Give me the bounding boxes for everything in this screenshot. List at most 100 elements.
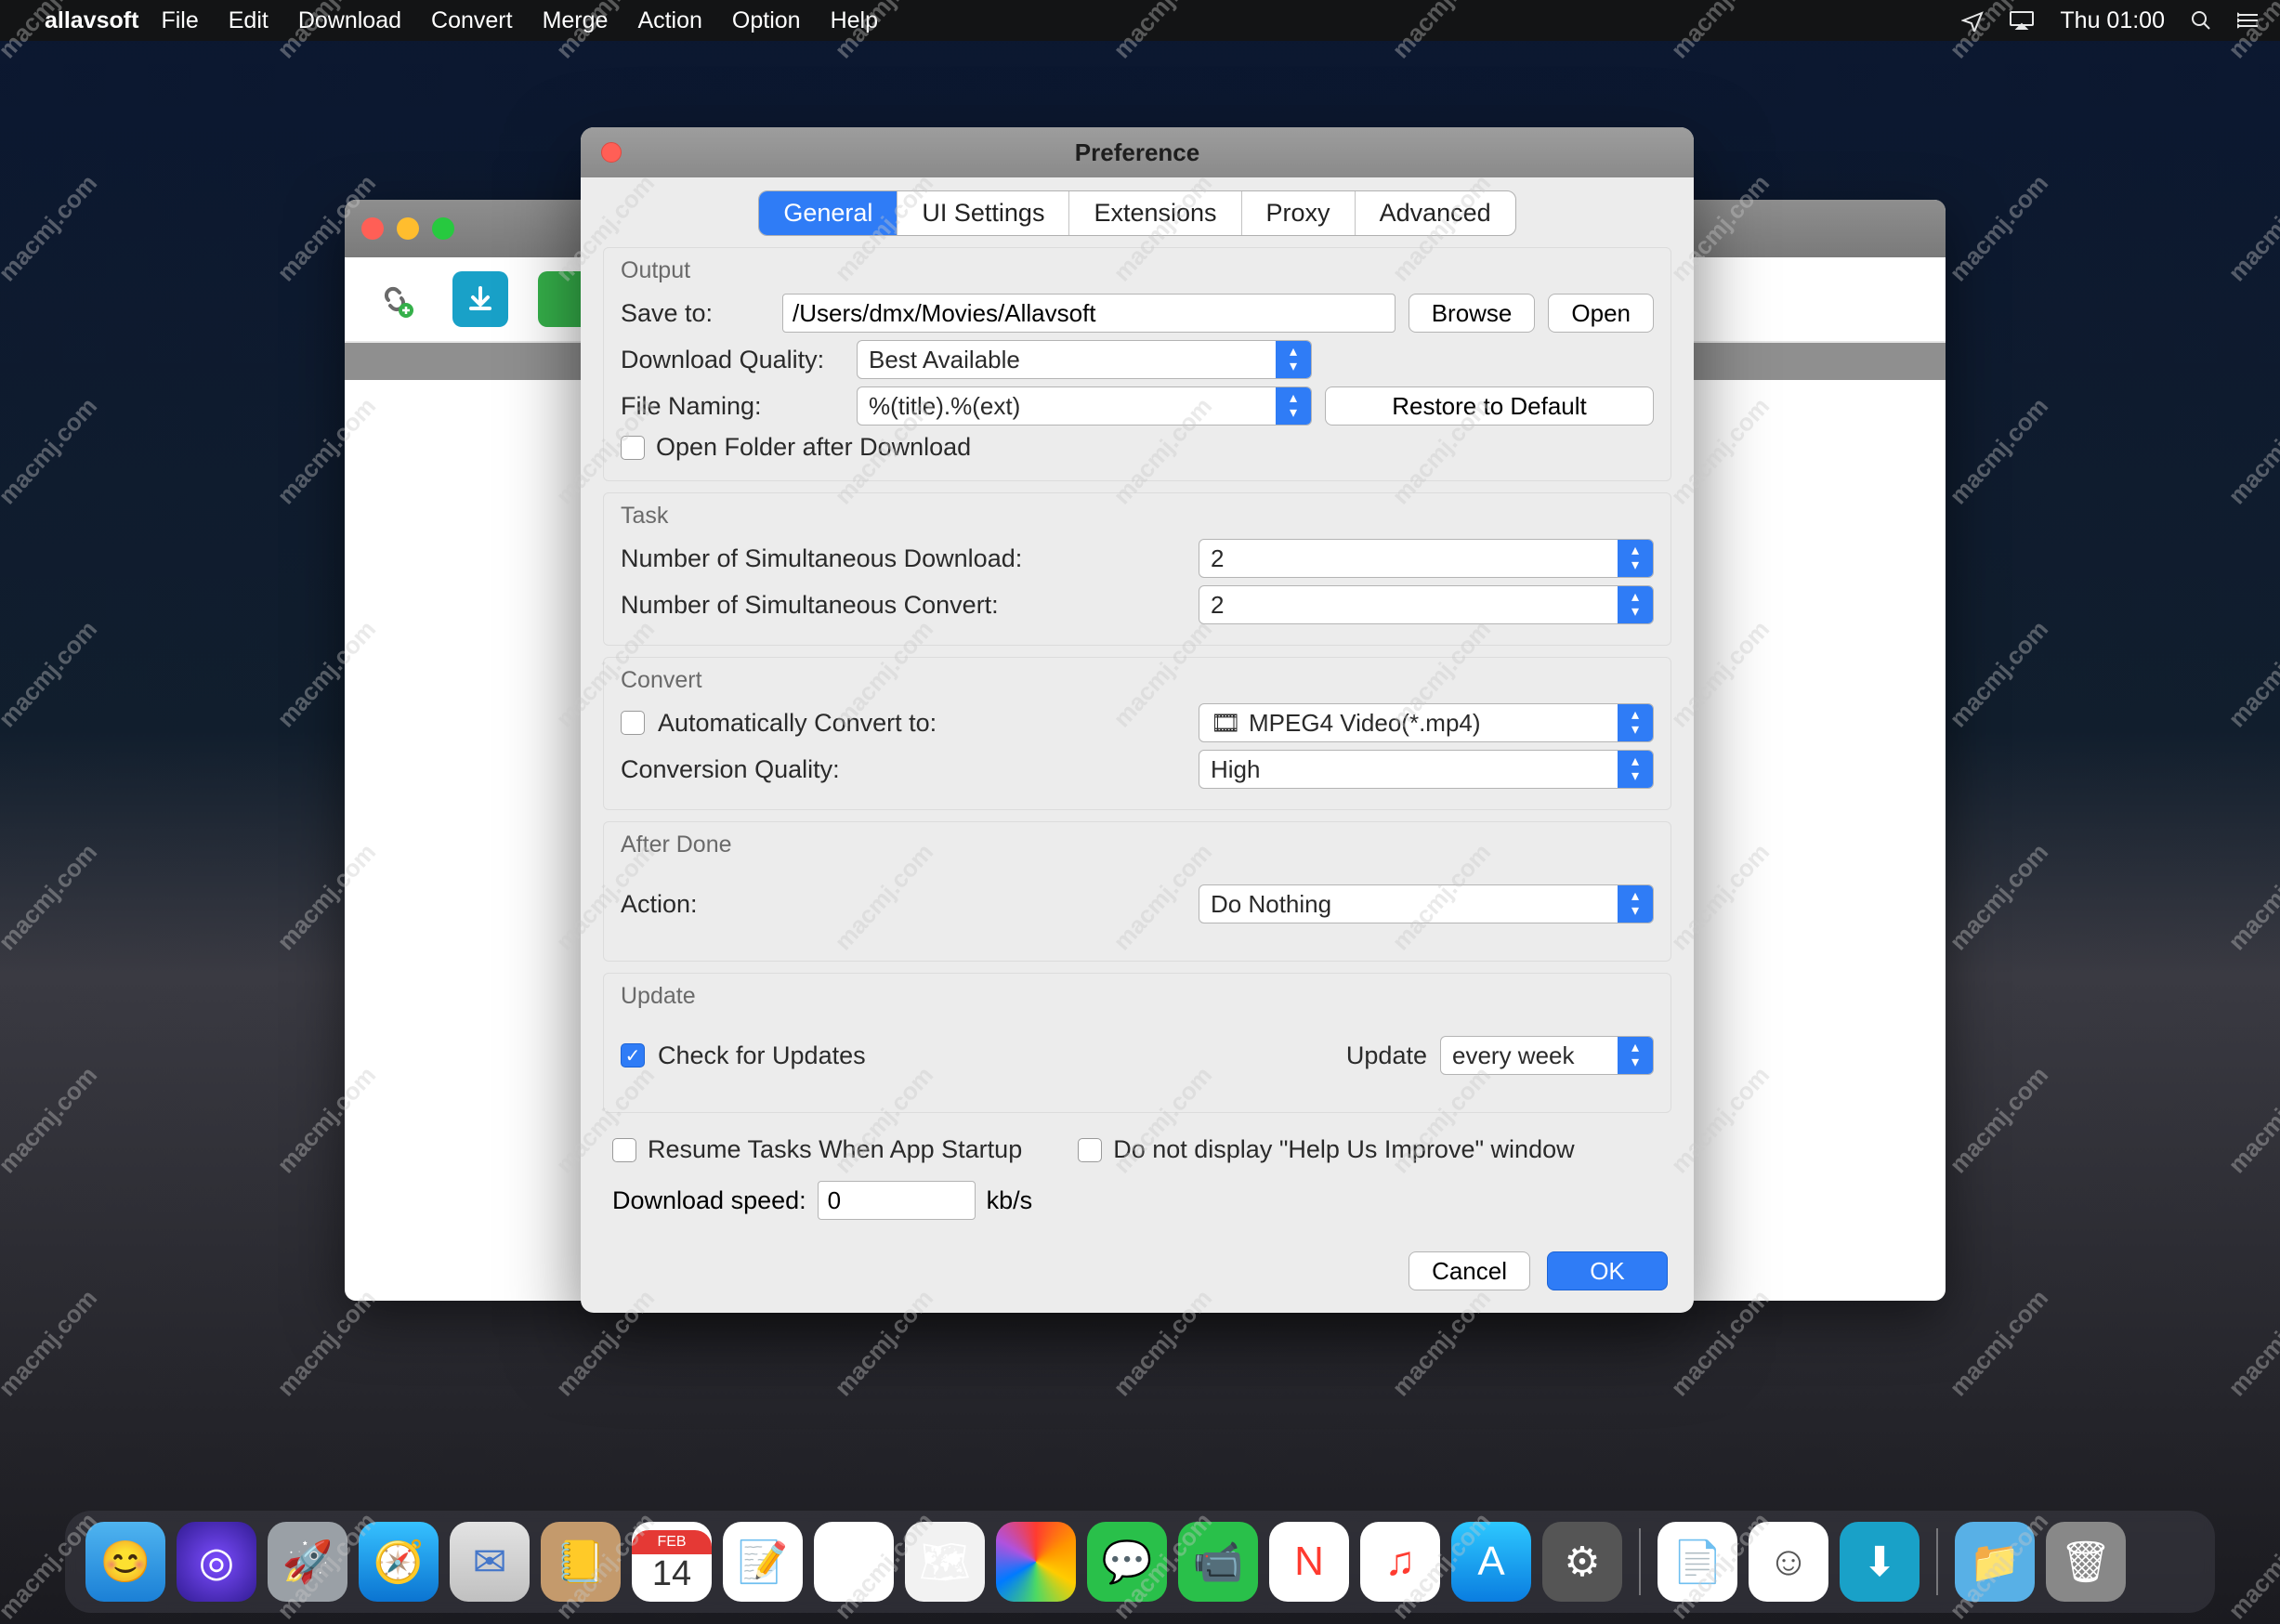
sim-download-select[interactable]: 2 ▴▾: [1199, 539, 1654, 578]
tab-bar: General UI Settings Extensions Proxy Adv…: [581, 177, 1694, 236]
dock-calendar-icon[interactable]: FEB14: [632, 1522, 712, 1602]
convert-format-value: MPEG4 Video(*.mp4): [1249, 709, 1481, 738]
zoom-traffic-light[interactable]: [432, 217, 454, 240]
open-folder-checkbox[interactable]: [621, 436, 645, 460]
dialog-title: Preference: [1075, 138, 1199, 167]
menu-help[interactable]: Help: [831, 7, 878, 34]
resume-tasks-label: Resume Tasks When App Startup: [648, 1135, 1022, 1164]
dock: 😊 ◎ 🚀 🧭 ✉︎ 📒 FEB14 📝 ☑︎ 🗺 💬 📹 N ♫ A ⚙︎ 📄…: [65, 1511, 2215, 1613]
paste-url-button[interactable]: [367, 271, 423, 327]
menu-convert[interactable]: Convert: [431, 7, 513, 34]
dock-trash-icon[interactable]: 🗑: [2046, 1522, 2126, 1602]
file-naming-select[interactable]: %(title).%(ext) ▴▾: [857, 386, 1312, 426]
dock-downloads-folder-icon[interactable]: 📁: [1955, 1522, 2035, 1602]
dock-separator: [1936, 1528, 1938, 1595]
menu-option[interactable]: Option: [732, 7, 801, 34]
dock-allavsoft-icon[interactable]: ⬇︎: [1840, 1522, 1920, 1602]
dock-preferences-icon[interactable]: ⚙︎: [1542, 1522, 1622, 1602]
dock-siri-icon[interactable]: ◎: [177, 1522, 256, 1602]
close-traffic-light[interactable]: [361, 217, 384, 240]
check-updates-label: Check for Updates: [658, 1041, 866, 1070]
open-button[interactable]: Open: [1548, 294, 1654, 333]
preference-dialog: Preference General UI Settings Extension…: [581, 127, 1694, 1313]
dock-reminders-icon[interactable]: ☑︎: [814, 1522, 894, 1602]
download-speed-unit: kb/s: [987, 1186, 1033, 1215]
dock-news-icon[interactable]: N: [1269, 1522, 1349, 1602]
dock-mail-icon[interactable]: ✉︎: [450, 1522, 530, 1602]
tab-extensions[interactable]: Extensions: [1069, 191, 1241, 235]
conversion-quality-label: Conversion Quality:: [621, 755, 1186, 784]
menu-download[interactable]: Download: [298, 7, 401, 34]
check-updates-checkbox[interactable]: ✓: [621, 1043, 645, 1067]
dock-messages-icon[interactable]: 💬: [1087, 1522, 1167, 1602]
menu-action[interactable]: Action: [637, 7, 701, 34]
restore-default-button[interactable]: Restore to Default: [1325, 386, 1654, 426]
menu-file[interactable]: File: [161, 7, 198, 34]
chevron-updown-icon: ▴▾: [1618, 885, 1653, 923]
dock-smiley-icon[interactable]: ☺︎: [1749, 1522, 1828, 1602]
app-name[interactable]: allavsoft: [45, 7, 138, 34]
download-button[interactable]: [452, 271, 508, 327]
menu-merge[interactable]: Merge: [543, 7, 609, 34]
file-naming-value: %(title).%(ext): [869, 392, 1020, 421]
dock-textedit-icon[interactable]: 📄: [1658, 1522, 1737, 1602]
dock-photos-icon[interactable]: [996, 1522, 1076, 1602]
group-task: Task Number of Simultaneous Download: 2 …: [603, 492, 1671, 646]
after-done-action-select[interactable]: Do Nothing ▴▾: [1199, 884, 1654, 923]
group-convert: Convert Automatically Convert to: 🎞MPEG4…: [603, 657, 1671, 810]
status-airplay-icon[interactable]: [2010, 11, 2034, 30]
update-interval-select[interactable]: every week ▴▾: [1440, 1036, 1654, 1075]
chevron-updown-icon: ▴▾: [1618, 704, 1653, 741]
tab-proxy[interactable]: Proxy: [1242, 191, 1356, 235]
action-label: Action:: [621, 890, 1186, 919]
no-help-window-label: Do not display "Help Us Improve" window: [1113, 1135, 1574, 1164]
ok-button[interactable]: OK: [1547, 1251, 1668, 1290]
spotlight-icon[interactable]: [2191, 10, 2211, 31]
status-plane-icon[interactable]: [1961, 9, 1984, 32]
tab-ui-settings[interactable]: UI Settings: [898, 191, 1069, 235]
chevron-updown-icon: ▴▾: [1618, 751, 1653, 788]
dock-contacts-icon[interactable]: 📒: [541, 1522, 621, 1602]
dock-safari-icon[interactable]: 🧭: [359, 1522, 439, 1602]
group-output: Output Save to: Browse Open Download Qua…: [603, 247, 1671, 481]
file-naming-label: File Naming:: [621, 392, 844, 421]
resume-tasks-checkbox[interactable]: [612, 1138, 636, 1162]
cancel-button[interactable]: Cancel: [1409, 1251, 1530, 1290]
menu-edit[interactable]: Edit: [229, 7, 269, 34]
no-help-window-checkbox[interactable]: [1078, 1138, 1102, 1162]
minimize-traffic-light[interactable]: [397, 217, 419, 240]
dock-facetime-icon[interactable]: 📹: [1178, 1522, 1258, 1602]
download-quality-value: Best Available: [869, 346, 1020, 374]
convert-format-select[interactable]: 🎞 MPEG4 Video(*.mp4) ▴▾: [1199, 703, 1654, 742]
auto-convert-checkbox[interactable]: [621, 711, 645, 735]
chevron-updown-icon: ▴▾: [1618, 1037, 1653, 1074]
chevron-updown-icon: ▴▾: [1618, 540, 1653, 577]
dock-music-icon[interactable]: ♫: [1360, 1522, 1440, 1602]
sim-download-label: Number of Simultaneous Download:: [621, 544, 1022, 573]
tab-general[interactable]: General: [759, 191, 898, 235]
conversion-quality-value: High: [1211, 755, 1260, 784]
group-convert-label: Convert: [621, 667, 1654, 694]
dock-finder-icon[interactable]: 😊: [85, 1522, 165, 1602]
sim-convert-select[interactable]: 2 ▴▾: [1199, 585, 1654, 624]
sim-convert-label: Number of Simultaneous Convert:: [621, 591, 1011, 620]
save-to-input[interactable]: [782, 294, 1396, 333]
close-icon[interactable]: [601, 142, 622, 163]
notification-center-icon[interactable]: [2237, 12, 2258, 29]
dock-maps-icon[interactable]: 🗺: [905, 1522, 985, 1602]
video-file-icon: 🎞: [1211, 709, 1241, 738]
download-quality-label: Download Quality:: [621, 346, 844, 374]
group-after-done: After Done Action: Do Nothing ▴▾: [603, 821, 1671, 962]
download-speed-input[interactable]: [818, 1181, 976, 1220]
dock-appstore-icon[interactable]: A: [1451, 1522, 1531, 1602]
menubar-clock[interactable]: Thu 01:00: [2060, 7, 2165, 34]
conversion-quality-select[interactable]: High ▴▾: [1199, 750, 1654, 789]
group-update: Update ✓ Check for Updates Update every …: [603, 973, 1671, 1113]
dock-notes-icon[interactable]: 📝: [723, 1522, 803, 1602]
download-quality-select[interactable]: Best Available ▴▾: [857, 340, 1312, 379]
dialog-footer: Cancel OK: [581, 1235, 1694, 1313]
dock-launchpad-icon[interactable]: 🚀: [268, 1522, 347, 1602]
group-task-label: Task: [621, 503, 1654, 530]
tab-advanced[interactable]: Advanced: [1356, 191, 1515, 235]
browse-button[interactable]: Browse: [1409, 294, 1536, 333]
